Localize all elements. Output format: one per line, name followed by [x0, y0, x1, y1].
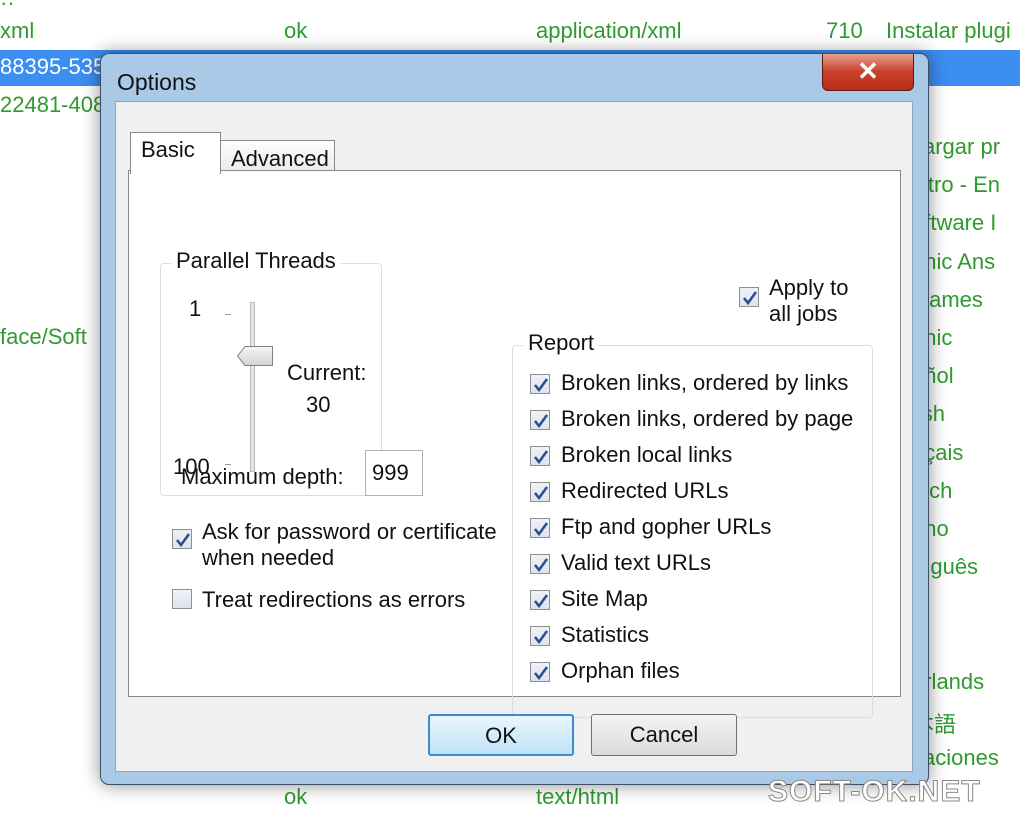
report-item-label: Valid text URLs	[561, 550, 711, 575]
list-cell-path: 88395-535	[0, 54, 106, 79]
report-checkbox[interactable]	[530, 554, 550, 574]
treat-redirections-checkbox[interactable]	[172, 589, 192, 609]
current-value: 30	[306, 392, 331, 417]
thread-slider-thumb[interactable]	[237, 346, 273, 366]
treat-redirections-label: Treat redirections as errors	[202, 587, 466, 612]
parallel-threads-group: Parallel Threads 1 100 Current: 30	[160, 248, 382, 496]
tab-basic[interactable]: Basic	[130, 132, 221, 174]
close-icon: ✕	[857, 56, 879, 86]
ok-button[interactable]: OK	[428, 714, 574, 756]
checkmark-icon	[533, 450, 549, 465]
report-checkbox[interactable]	[530, 410, 550, 430]
list-cell-path: 22481-408	[0, 92, 106, 117]
current-label: Current:	[287, 360, 367, 385]
tab-panel-basic: Parallel Threads 1 100 Current: 30 Maxim…	[128, 170, 901, 718]
list-cell-status: ok	[284, 784, 308, 809]
report-item-label: Ftp and gopher URLs	[561, 514, 772, 539]
parallel-threads-label: Parallel Threads	[171, 248, 341, 274]
report-item-label: Statistics	[561, 622, 650, 647]
list-cell-type: text/html	[536, 784, 620, 809]
options-dialog: Options ✕ Basic Advanced Parallel Thread…	[100, 53, 929, 785]
thread-slider-track[interactable]	[250, 302, 255, 472]
ask-password-label-line2: when needed	[202, 545, 335, 570]
list-cell-status: ok	[284, 18, 308, 43]
checkmark-icon	[742, 291, 758, 306]
report-checkbox[interactable]	[530, 374, 550, 394]
apply-all-jobs-label-line2: all jobs	[769, 301, 838, 326]
report-item-label: Broken links, ordered by page	[561, 406, 854, 431]
checkmark-icon	[533, 594, 549, 609]
list-cell-type: application/xml	[536, 18, 682, 43]
checkmark-icon	[533, 414, 549, 429]
list-row[interactable]: xml ok application/xml 710 Instalar plug…	[0, 14, 1020, 50]
checkmark-icon	[533, 486, 549, 501]
report-item-label: Redirected URLs	[561, 478, 729, 503]
checkmark-icon	[533, 378, 549, 393]
report-group: Report Broken links, ordered by links Bro…	[512, 330, 873, 718]
checkmark-icon	[533, 522, 549, 537]
slider-min-label: 1	[189, 296, 202, 321]
ask-password-checkbox[interactable]	[172, 529, 192, 549]
apply-all-jobs-checkbox[interactable]	[739, 287, 759, 307]
apply-all-jobs-label: Apply to	[769, 275, 849, 300]
report-checkbox[interactable]	[530, 482, 550, 502]
report-checkbox[interactable]	[530, 590, 550, 610]
report-label: Report	[523, 330, 600, 356]
list-cell-title: Instalar plugi	[886, 18, 1011, 43]
report-checkbox[interactable]	[530, 662, 550, 682]
report-item-label: Broken local links	[561, 442, 733, 467]
report-item-label: Orphan files	[561, 658, 680, 683]
dialog-client-area: Basic Advanced Parallel Threads 1 100 Cu…	[115, 101, 913, 772]
report-checkbox[interactable]	[530, 626, 550, 646]
checkmark-icon	[533, 630, 549, 645]
slider-tick	[225, 314, 231, 315]
list-cell-size: 710	[826, 18, 863, 43]
report-item-label: Broken links, ordered by links	[561, 370, 849, 395]
max-depth-input[interactable]	[365, 450, 423, 496]
close-button[interactable]: ✕	[822, 54, 914, 91]
report-item-label: Site Map	[561, 586, 648, 611]
ask-password-label: Ask for password or certificate	[202, 519, 497, 544]
max-depth-label: Maximum depth:	[181, 464, 344, 489]
watermark-logo: SOFT-OK.NET	[768, 775, 981, 809]
report-checkbox[interactable]	[530, 446, 550, 466]
list-cell-path: face/Soft	[0, 324, 87, 349]
checkmark-icon	[533, 558, 549, 573]
checkmark-icon	[175, 533, 191, 548]
report-checkbox[interactable]	[530, 518, 550, 538]
dialog-title: Options	[117, 69, 197, 95]
checkmark-icon	[533, 666, 549, 681]
list-cell-path: xml	[0, 18, 35, 43]
cancel-button[interactable]: Cancel	[591, 714, 737, 756]
